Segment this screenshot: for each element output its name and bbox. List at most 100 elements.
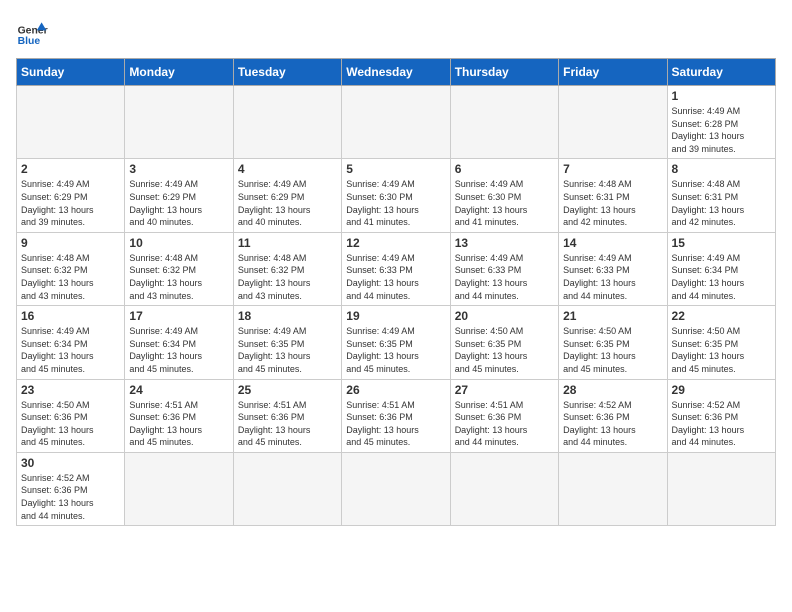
day-info: Sunrise: 4:50 AMSunset: 6:35 PMDaylight:… — [672, 325, 771, 375]
day-number: 21 — [563, 309, 662, 323]
calendar-cell: 13 Sunrise: 4:49 AMSunset: 6:33 PMDayligh… — [450, 232, 558, 305]
calendar-cell: 9 Sunrise: 4:48 AMSunset: 6:32 PMDaylight… — [17, 232, 125, 305]
calendar-cell — [667, 452, 775, 525]
day-info: Sunrise: 4:51 AMSunset: 6:36 PMDaylight:… — [129, 399, 228, 449]
calendar-cell: 18 Sunrise: 4:49 AMSunset: 6:35 PMDayligh… — [233, 306, 341, 379]
calendar-week-5: 23 Sunrise: 4:50 AMSunset: 6:36 PMDayligh… — [17, 379, 776, 452]
header: General Blue — [16, 16, 776, 48]
day-info: Sunrise: 4:49 AMSunset: 6:35 PMDaylight:… — [238, 325, 337, 375]
calendar-cell: 17 Sunrise: 4:49 AMSunset: 6:34 PMDayligh… — [125, 306, 233, 379]
weekday-header-sunday: Sunday — [17, 59, 125, 86]
calendar-cell: 19 Sunrise: 4:49 AMSunset: 6:35 PMDayligh… — [342, 306, 450, 379]
day-number: 19 — [346, 309, 445, 323]
day-number: 9 — [21, 236, 120, 250]
day-info: Sunrise: 4:49 AMSunset: 6:34 PMDaylight:… — [672, 252, 771, 302]
calendar-cell: 7Sunrise: 4:48 AMSunset: 6:31 PMDaylight… — [559, 159, 667, 232]
calendar-cell: 2 Sunrise: 4:49 AMSunset: 6:29 PMDaylight… — [17, 159, 125, 232]
calendar-cell: 15 Sunrise: 4:49 AMSunset: 6:34 PMDayligh… — [667, 232, 775, 305]
day-number: 1 — [672, 89, 771, 103]
day-number: 25 — [238, 383, 337, 397]
day-info: Sunrise: 4:50 AMSunset: 6:36 PMDaylight:… — [21, 399, 120, 449]
day-number: 4 — [238, 162, 337, 176]
calendar-week-6: 30 Sunrise: 4:52 AMSunset: 6:36 PMDayligh… — [17, 452, 776, 525]
calendar-cell — [233, 86, 341, 159]
calendar-cell: 12Sunrise: 4:49 AMSunset: 6:33 PMDayligh… — [342, 232, 450, 305]
calendar-cell: 30 Sunrise: 4:52 AMSunset: 6:36 PMDayligh… — [17, 452, 125, 525]
logo: General Blue — [16, 16, 52, 48]
day-number: 2 — [21, 162, 120, 176]
calendar-cell — [450, 86, 558, 159]
calendar-cell — [125, 452, 233, 525]
day-info: Sunrise: 4:52 AMSunset: 6:36 PMDaylight:… — [563, 399, 662, 449]
calendar-cell: 26Sunrise: 4:51 AMSunset: 6:36 PMDayligh… — [342, 379, 450, 452]
day-info: Sunrise: 4:50 AMSunset: 6:35 PMDaylight:… — [563, 325, 662, 375]
day-number: 17 — [129, 309, 228, 323]
calendar-cell: 22 Sunrise: 4:50 AMSunset: 6:35 PMDayligh… — [667, 306, 775, 379]
calendar-cell: 14 Sunrise: 4:49 AMSunset: 6:33 PMDayligh… — [559, 232, 667, 305]
calendar-cell: 23 Sunrise: 4:50 AMSunset: 6:36 PMDayligh… — [17, 379, 125, 452]
day-number: 7 — [563, 162, 662, 176]
day-number: 13 — [455, 236, 554, 250]
calendar-cell — [450, 452, 558, 525]
day-number: 10 — [129, 236, 228, 250]
day-info: Sunrise: 4:49 AMSunset: 6:29 PMDaylight:… — [129, 178, 228, 228]
calendar-cell — [559, 86, 667, 159]
calendar-cell — [125, 86, 233, 159]
day-number: 11 — [238, 236, 337, 250]
day-info: Sunrise: 4:48 AMSunset: 6:31 PMDaylight:… — [672, 178, 771, 228]
calendar-cell: 16Sunrise: 4:49 AMSunset: 6:34 PMDayligh… — [17, 306, 125, 379]
weekday-header-saturday: Saturday — [667, 59, 775, 86]
calendar-cell — [559, 452, 667, 525]
calendar-week-3: 9 Sunrise: 4:48 AMSunset: 6:32 PMDaylight… — [17, 232, 776, 305]
day-info: Sunrise: 4:49 AMSunset: 6:28 PMDaylight:… — [672, 105, 771, 155]
calendar-cell: 6Sunrise: 4:49 AMSunset: 6:30 PMDaylight… — [450, 159, 558, 232]
calendar-cell: 8Sunrise: 4:48 AMSunset: 6:31 PMDaylight… — [667, 159, 775, 232]
calendar-table: SundayMondayTuesdayWednesdayThursdayFrid… — [16, 58, 776, 526]
calendar-cell: 24 Sunrise: 4:51 AMSunset: 6:36 PMDayligh… — [125, 379, 233, 452]
day-info: Sunrise: 4:49 AMSunset: 6:30 PMDaylight:… — [346, 178, 445, 228]
day-number: 27 — [455, 383, 554, 397]
day-number: 12 — [346, 236, 445, 250]
day-info: Sunrise: 4:49 AMSunset: 6:33 PMDaylight:… — [455, 252, 554, 302]
day-number: 5 — [346, 162, 445, 176]
weekday-header-thursday: Thursday — [450, 59, 558, 86]
calendar-cell: 20Sunrise: 4:50 AMSunset: 6:35 PMDayligh… — [450, 306, 558, 379]
calendar-cell: 4 Sunrise: 4:49 AMSunset: 6:29 PMDaylight… — [233, 159, 341, 232]
day-info: Sunrise: 4:48 AMSunset: 6:32 PMDaylight:… — [129, 252, 228, 302]
day-info: Sunrise: 4:49 AMSunset: 6:35 PMDaylight:… — [346, 325, 445, 375]
day-info: Sunrise: 4:49 AMSunset: 6:33 PMDaylight:… — [563, 252, 662, 302]
day-info: Sunrise: 4:50 AMSunset: 6:35 PMDaylight:… — [455, 325, 554, 375]
calendar-cell: 3Sunrise: 4:49 AMSunset: 6:29 PMDaylight… — [125, 159, 233, 232]
logo-icon: General Blue — [16, 16, 48, 48]
calendar-week-2: 2 Sunrise: 4:49 AMSunset: 6:29 PMDaylight… — [17, 159, 776, 232]
day-number: 22 — [672, 309, 771, 323]
calendar-cell — [17, 86, 125, 159]
weekday-header-wednesday: Wednesday — [342, 59, 450, 86]
day-number: 15 — [672, 236, 771, 250]
calendar-cell: 27Sunrise: 4:51 AMSunset: 6:36 PMDayligh… — [450, 379, 558, 452]
calendar-week-1: 1 Sunrise: 4:49 AMSunset: 6:28 PMDaylight… — [17, 86, 776, 159]
day-info: Sunrise: 4:49 AMSunset: 6:29 PMDaylight:… — [21, 178, 120, 228]
calendar-cell: 5 Sunrise: 4:49 AMSunset: 6:30 PMDaylight… — [342, 159, 450, 232]
day-number: 14 — [563, 236, 662, 250]
calendar-cell: 29Sunrise: 4:52 AMSunset: 6:36 PMDayligh… — [667, 379, 775, 452]
calendar-week-4: 16Sunrise: 4:49 AMSunset: 6:34 PMDayligh… — [17, 306, 776, 379]
day-info: Sunrise: 4:48 AMSunset: 6:32 PMDaylight:… — [21, 252, 120, 302]
calendar-cell: 11Sunrise: 4:48 AMSunset: 6:32 PMDayligh… — [233, 232, 341, 305]
svg-text:Blue: Blue — [18, 36, 41, 47]
weekday-header-tuesday: Tuesday — [233, 59, 341, 86]
weekday-header-monday: Monday — [125, 59, 233, 86]
calendar-cell — [342, 86, 450, 159]
day-number: 30 — [21, 456, 120, 470]
day-number: 23 — [21, 383, 120, 397]
day-number: 18 — [238, 309, 337, 323]
day-info: Sunrise: 4:49 AMSunset: 6:34 PMDaylight:… — [21, 325, 120, 375]
calendar-cell: 10 Sunrise: 4:48 AMSunset: 6:32 PMDayligh… — [125, 232, 233, 305]
day-info: Sunrise: 4:51 AMSunset: 6:36 PMDaylight:… — [346, 399, 445, 449]
calendar-cell: 1 Sunrise: 4:49 AMSunset: 6:28 PMDaylight… — [667, 86, 775, 159]
day-info: Sunrise: 4:49 AMSunset: 6:34 PMDaylight:… — [129, 325, 228, 375]
day-info: Sunrise: 4:52 AMSunset: 6:36 PMDaylight:… — [21, 472, 120, 522]
day-number: 24 — [129, 383, 228, 397]
calendar-cell: 25Sunrise: 4:51 AMSunset: 6:36 PMDayligh… — [233, 379, 341, 452]
day-info: Sunrise: 4:49 AMSunset: 6:29 PMDaylight:… — [238, 178, 337, 228]
